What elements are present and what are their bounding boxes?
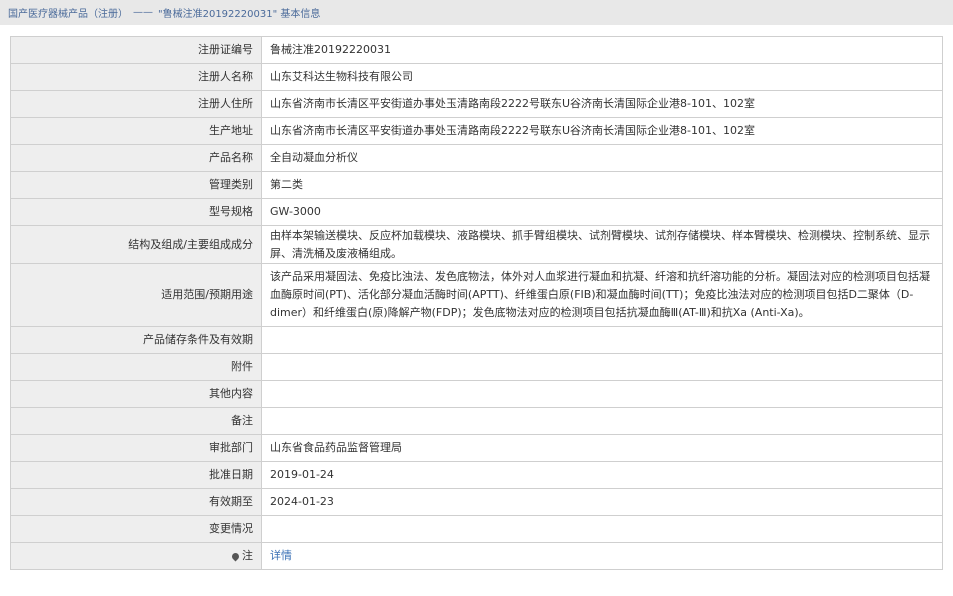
info-table: 注册证编号 鲁械注准20192220031 注册人名称 山东艾科达生物科技有限公… <box>10 36 943 570</box>
row-label: 注册证编号 <box>10 36 262 64</box>
row-value <box>261 326 943 354</box>
row-value: 2019-01-24 <box>261 461 943 489</box>
row-value <box>261 353 943 381</box>
note-label: 注 <box>242 549 253 562</box>
row-label: 变更情况 <box>10 515 262 543</box>
row-value: 全自动凝血分析仪 <box>261 144 943 172</box>
pin-icon <box>230 551 241 561</box>
row-value <box>261 380 943 408</box>
row-value: 该产品采用凝固法、免疫比浊法、发色底物法，体外对人血浆进行凝血和抗凝、纤溶和抗纤… <box>261 263 943 327</box>
table-row: 审批部门 山东省食品药品监督管理局 <box>10 434 943 462</box>
details-link[interactable]: 详情 <box>270 549 292 562</box>
row-label: 适用范围/预期用途 <box>10 263 262 327</box>
row-label: 结构及组成/主要组成成分 <box>10 225 262 264</box>
row-value: 山东省食品药品监督管理局 <box>261 434 943 462</box>
table-row: 变更情况 <box>10 515 943 543</box>
row-value: 由样本架输送模块、反应杯加载模块、液路模块、抓手臂组模块、试剂臂模块、试剂存储模… <box>261 225 943 264</box>
row-label: 注册人名称 <box>10 63 262 91</box>
row-value <box>261 515 943 543</box>
table-row: 备注 <box>10 407 943 435</box>
row-label: 其他内容 <box>10 380 262 408</box>
table-row: 注册证编号 鲁械注准20192220031 <box>10 36 943 64</box>
table-row: 产品储存条件及有效期 <box>10 326 943 354</box>
table-row: 结构及组成/主要组成成分 由样本架输送模块、反应杯加载模块、液路模块、抓手臂组模… <box>10 225 943 264</box>
row-value: 山东艾科达生物科技有限公司 <box>261 63 943 91</box>
table-row: 型号规格 GW-3000 <box>10 198 943 226</box>
row-label: 备注 <box>10 407 262 435</box>
table-row: 生产地址 山东省济南市长清区平安街道办事处玉清路南段2222号联东U谷济南长清国… <box>10 117 943 145</box>
table-row: 批准日期 2019-01-24 <box>10 461 943 489</box>
row-value: 2024-01-23 <box>261 488 943 516</box>
row-label: 注册人住所 <box>10 90 262 118</box>
row-label: 管理类别 <box>10 171 262 199</box>
row-value: GW-3000 <box>261 198 943 226</box>
breadcrumb-separator: —— <box>133 7 153 18</box>
table-row: 附件 <box>10 353 943 381</box>
row-label: 有效期至 <box>10 488 262 516</box>
row-value: 山东省济南市长清区平安街道办事处玉清路南段2222号联东U谷济南长清国际企业港8… <box>261 90 943 118</box>
row-label: 产品名称 <box>10 144 262 172</box>
row-value: 第二类 <box>261 171 943 199</box>
row-value <box>261 407 943 435</box>
note-value-cell: 详情 <box>261 542 943 570</box>
breadcrumb-root-link[interactable]: 国产医疗器械产品（注册） <box>8 5 128 20</box>
row-label: 附件 <box>10 353 262 381</box>
row-label: 型号规格 <box>10 198 262 226</box>
table-row: 管理类别 第二类 <box>10 171 943 199</box>
row-label: 批准日期 <box>10 461 262 489</box>
table-row: 产品名称 全自动凝血分析仪 <box>10 144 943 172</box>
table-row: 有效期至 2024-01-23 <box>10 488 943 516</box>
table-row: 注册人住所 山东省济南市长清区平安街道办事处玉清路南段2222号联东U谷济南长清… <box>10 90 943 118</box>
table-row: 注册人名称 山东艾科达生物科技有限公司 <box>10 63 943 91</box>
row-value: 鲁械注准20192220031 <box>261 36 943 64</box>
note-label-cell: 注 <box>10 542 262 570</box>
row-value: 山东省济南市长清区平安街道办事处玉清路南段2222号联东U谷济南长清国际企业港8… <box>261 117 943 145</box>
table-row: 其他内容 <box>10 380 943 408</box>
breadcrumb-current: "鲁械注准20192220031" 基本信息 <box>158 9 321 20</box>
row-label: 生产地址 <box>10 117 262 145</box>
row-label: 产品储存条件及有效期 <box>10 326 262 354</box>
table-row: 适用范围/预期用途 该产品采用凝固法、免疫比浊法、发色底物法，体外对人血浆进行凝… <box>10 263 943 327</box>
note-row: 注 详情 <box>10 542 943 570</box>
breadcrumb: 国产医疗器械产品（注册） —— "鲁械注准20192220031" 基本信息 <box>0 0 953 25</box>
row-label: 审批部门 <box>10 434 262 462</box>
